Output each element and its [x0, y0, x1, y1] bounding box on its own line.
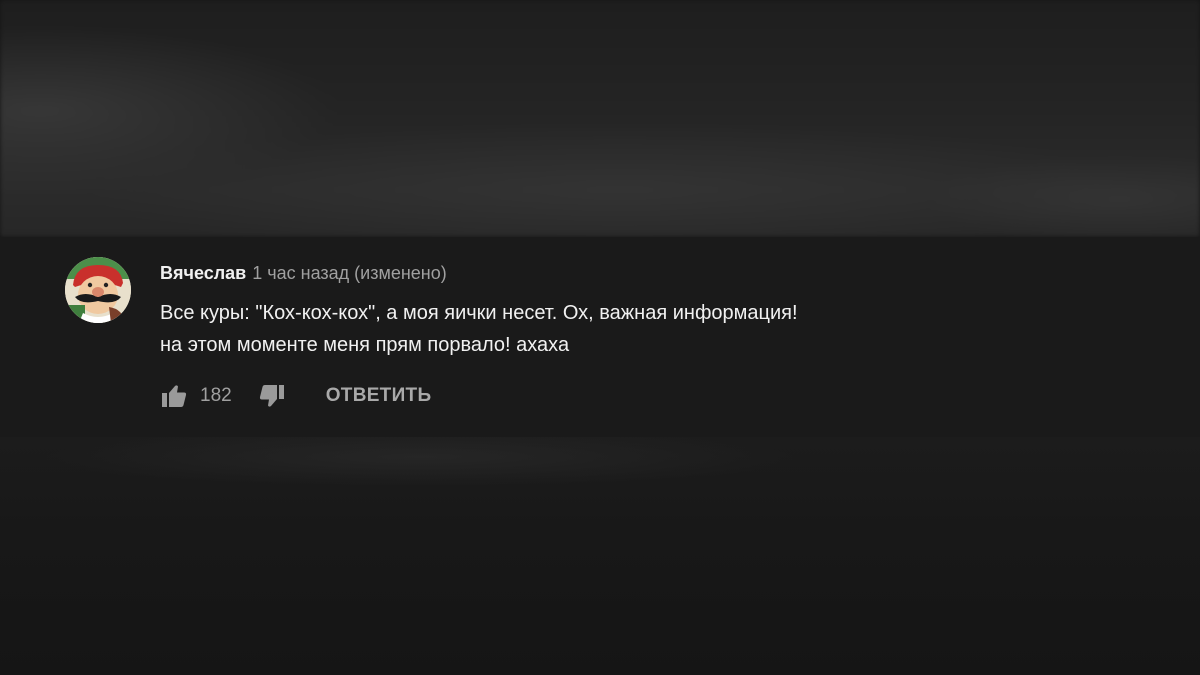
- dislike-button[interactable]: [258, 382, 286, 410]
- like-button[interactable]: [160, 382, 188, 410]
- comment-timestamp[interactable]: 1 час назад (изменено): [252, 263, 447, 283]
- comment-header: Вячеслав 1 час назад (изменено): [160, 262, 447, 284]
- comment-text-line: Все куры: "Кох-кох-кох", а моя яички нес…: [160, 302, 798, 324]
- thumbs-up-icon: [162, 385, 187, 407]
- author-name[interactable]: Вячеслав: [160, 263, 246, 283]
- comment-text: Все куры: "Кох-кох-кох", а моя яички нес…: [160, 297, 798, 361]
- video-comment-screen: Вячеслав 1 час назад (изменено) Все куры:…: [0, 0, 1200, 675]
- thumbs-down-icon: [259, 385, 284, 407]
- like-count: 182: [200, 385, 232, 406]
- blurred-video-background-bottom: [0, 437, 1200, 675]
- reply-button[interactable]: ОТВЕТИТЬ: [326, 385, 432, 407]
- comment-actions: 182 ОТВЕТИТЬ: [160, 381, 431, 411]
- avatar[interactable]: [65, 257, 131, 323]
- cartoon-character-avatar-icon: [65, 257, 131, 323]
- blurred-video-background-top: [0, 0, 1200, 237]
- comment-text-line: на этом моменте меня прям порвало! ахаха: [160, 334, 570, 356]
- comment-thread: Вячеслав 1 час назад (изменено) Все куры:…: [0, 237, 1200, 437]
